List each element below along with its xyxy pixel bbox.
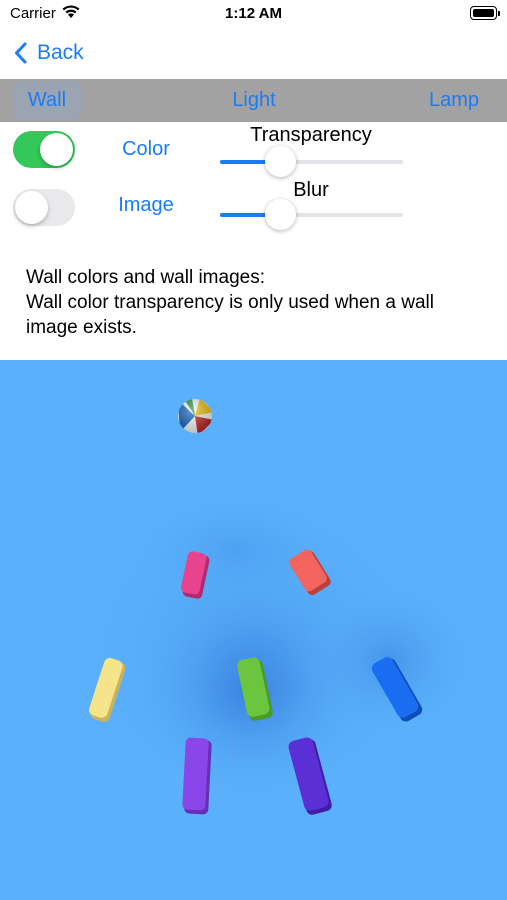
purple-tile (182, 737, 212, 815)
scene-view[interactable] (0, 360, 507, 900)
scene-canvas (65, 399, 480, 820)
toggle-knob (40, 133, 73, 166)
tab-light[interactable]: Light (214, 79, 294, 122)
slider-thumb[interactable] (265, 146, 297, 177)
color-toggle[interactable] (13, 131, 75, 168)
back-button[interactable]: Back (14, 38, 84, 68)
segment-tabbar: Wall Light Lamp (0, 79, 507, 122)
color-label[interactable]: Color (91, 138, 201, 161)
description-line: image exists. (26, 317, 137, 338)
beach-ball-icon (178, 399, 212, 433)
status-time: 1:12 AM (225, 5, 282, 22)
transparency-slider[interactable] (220, 146, 403, 177)
transparency-label: Transparency (250, 124, 372, 146)
status-bar: Carrier 1:12 AM (0, 0, 507, 30)
tab-wall[interactable]: Wall (13, 81, 81, 120)
image-label[interactable]: Image (91, 194, 201, 217)
image-toggle[interactable] (13, 189, 75, 226)
battery-icon (470, 6, 500, 20)
chevron-left-icon (15, 42, 27, 64)
description-text: Wall colors and wall images: Wall color … (26, 265, 486, 340)
description-line: Wall color transparency is only used whe… (26, 292, 434, 313)
slider-thumb[interactable] (265, 199, 297, 230)
description-line: Wall colors and wall images: (26, 267, 265, 288)
tab-lamp[interactable]: Lamp (418, 79, 490, 122)
back-label: Back (37, 41, 84, 64)
toggle-knob (15, 191, 48, 224)
blur-slider[interactable] (220, 199, 403, 230)
